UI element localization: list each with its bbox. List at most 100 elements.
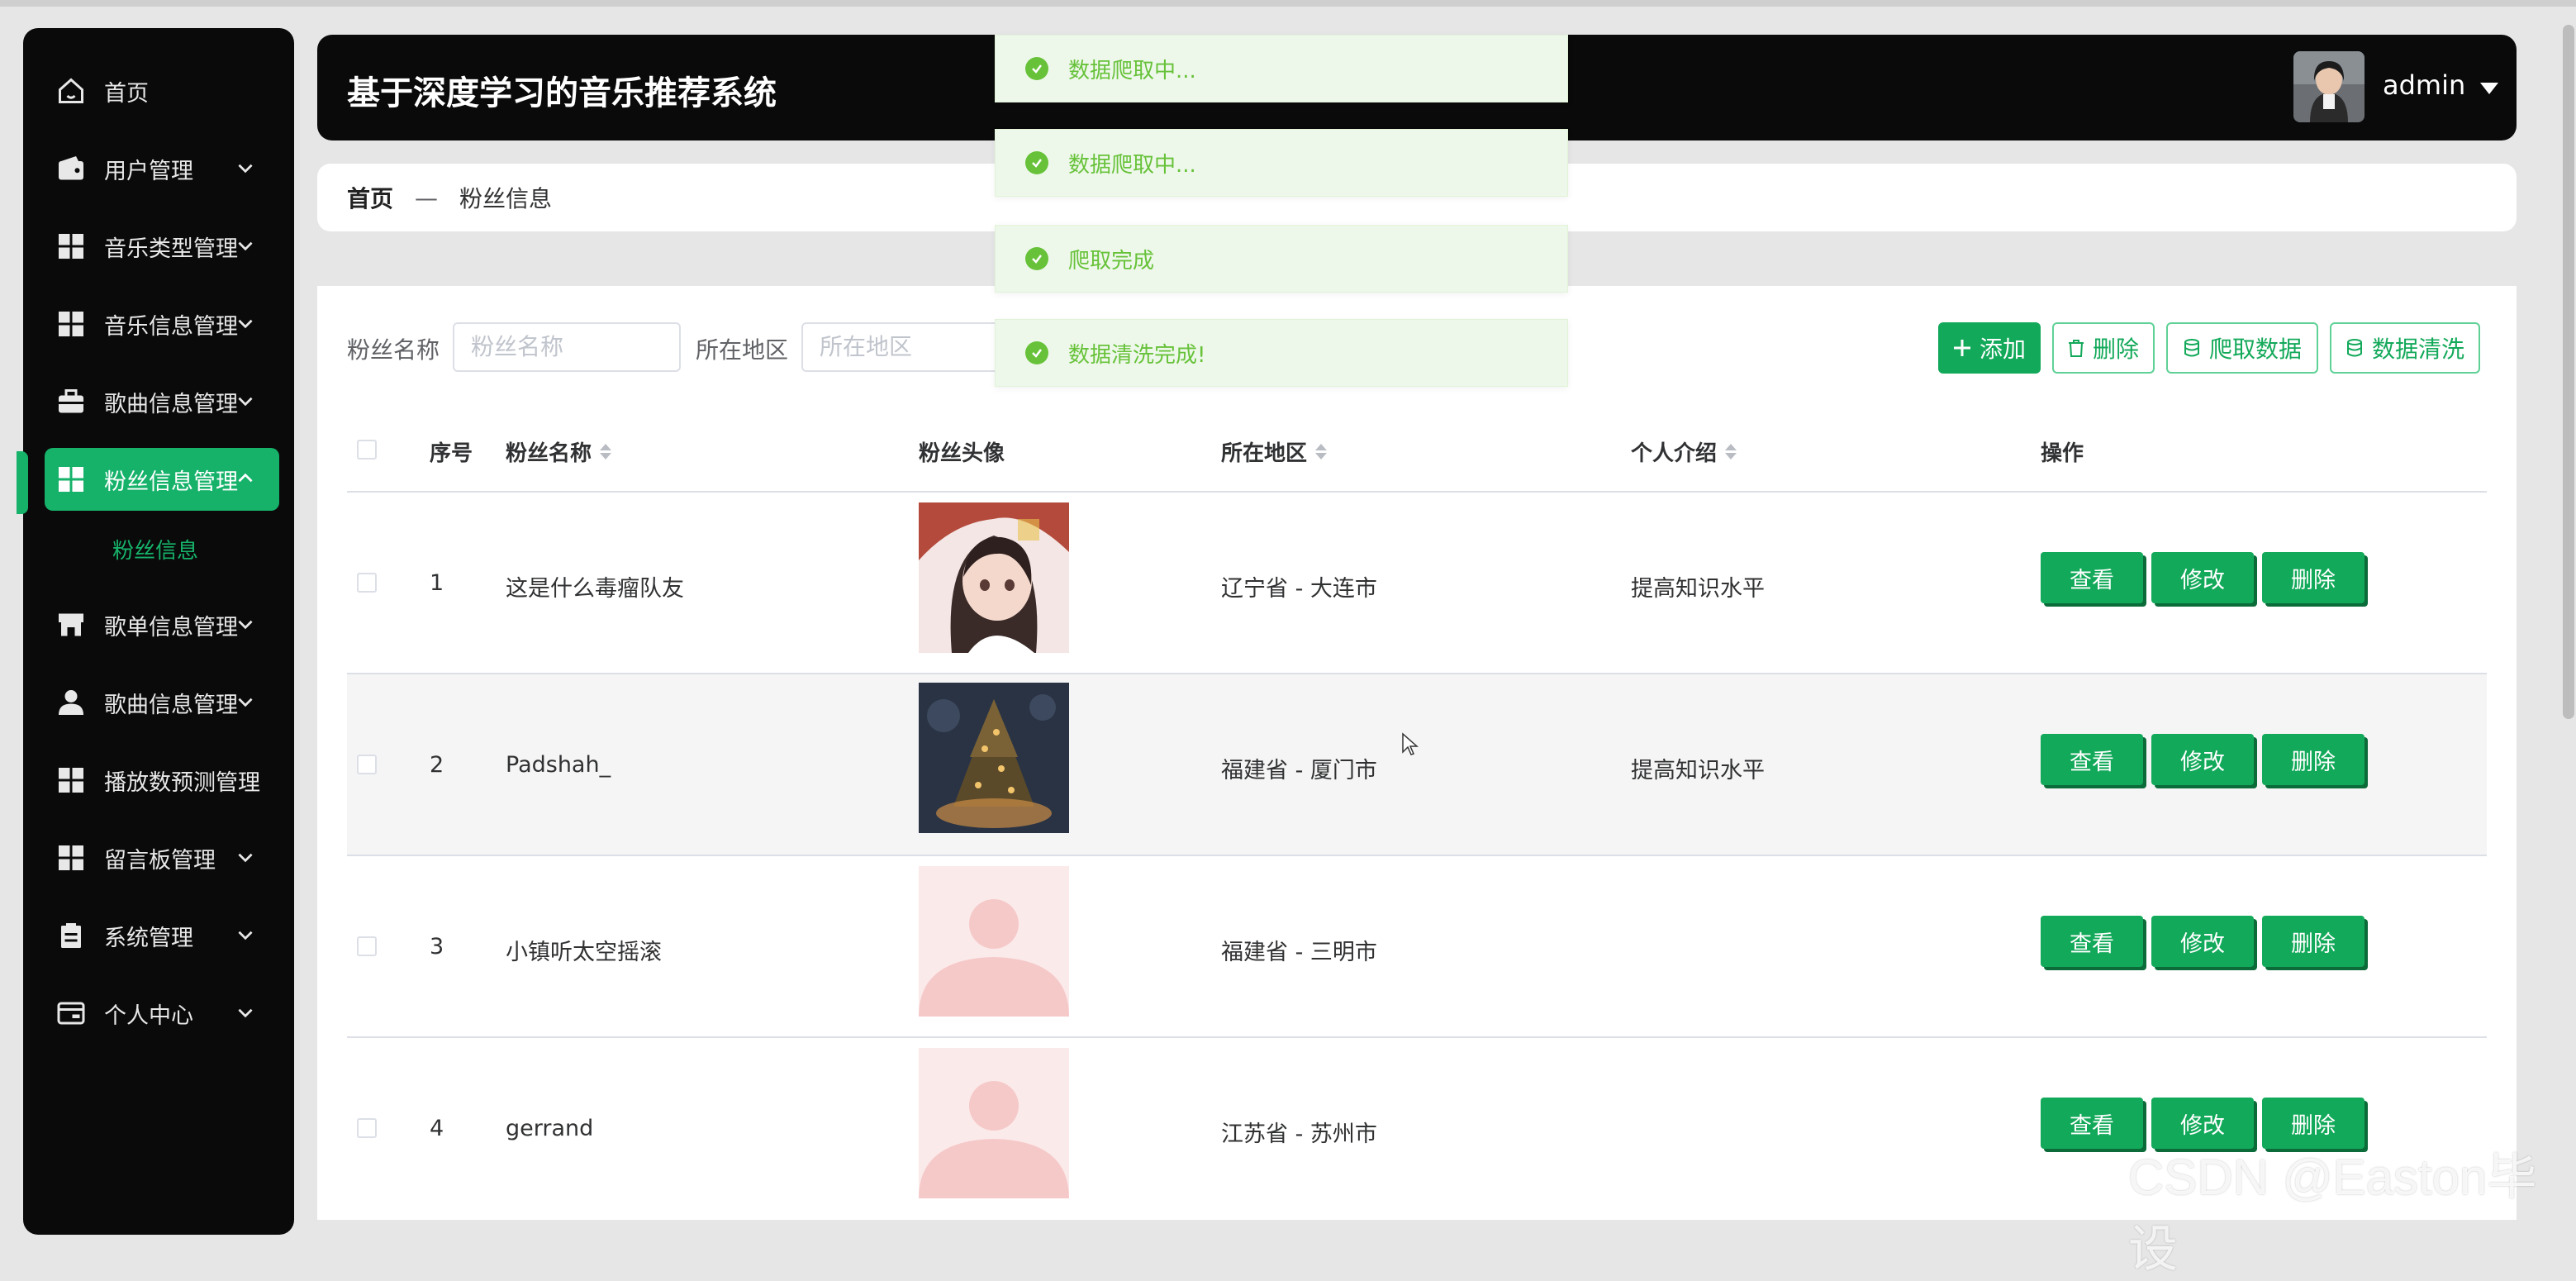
fan-avatar-placeholder[interactable] xyxy=(919,866,1069,1017)
submenu-item-fan-info[interactable]: 粉丝信息 xyxy=(112,534,198,564)
sidebar-item-personal-center[interactable]: 个人中心 xyxy=(21,982,279,1045)
chevron-down-icon xyxy=(238,397,253,407)
main-panel: 粉丝名称 所在地区 添加 删除 爬取数据 数据清洗 序号 粉丝名称 粉丝头像 所… xyxy=(317,286,2517,1220)
sidebar-item-label: 音乐类型管理 xyxy=(104,236,238,262)
column-header-name[interactable]: 粉丝名称 xyxy=(506,436,612,467)
row-checkbox[interactable] xyxy=(357,1118,377,1138)
sidebar-item-users[interactable]: 用户管理 xyxy=(21,137,279,200)
sidebar-item-music-info[interactable]: 音乐信息管理 xyxy=(21,293,279,355)
column-header-region[interactable]: 所在地区 xyxy=(1221,436,1328,467)
column-header-actions: 操作 xyxy=(2041,441,2084,466)
row-delete-button[interactable]: 删除 xyxy=(2262,552,2365,603)
sidebar-item-home[interactable]: 首页 xyxy=(21,60,279,122)
database-icon xyxy=(2346,339,2362,357)
row-intro: 提高知识水平 xyxy=(1631,576,1765,602)
clean-data-button[interactable]: 数据清洗 xyxy=(2330,322,2480,374)
success-check-icon xyxy=(1025,57,1048,80)
row-region: 福建省 - 厦门市 xyxy=(1221,758,1377,783)
row-fan-name: gerrand xyxy=(506,1116,594,1141)
row-intro: 提高知识水平 xyxy=(1631,758,1765,783)
breadcrumb-current: 粉丝信息 xyxy=(459,185,553,212)
home-icon xyxy=(55,74,88,107)
fan-avatar-placeholder[interactable] xyxy=(919,1048,1069,1198)
fan-avatar-image[interactable] xyxy=(919,502,1069,653)
grid-icon xyxy=(55,764,88,797)
select-all-checkbox[interactable] xyxy=(357,440,377,460)
sidebar-item-label: 音乐信息管理 xyxy=(104,313,238,340)
row-region: 江苏省 - 苏州市 xyxy=(1221,1121,1377,1147)
page-scrollbar[interactable] xyxy=(2563,25,2574,719)
row-fan-name: 小镇听太空摇滚 xyxy=(506,940,662,965)
row-checkbox[interactable] xyxy=(357,936,377,956)
success-check-icon xyxy=(1025,151,1048,174)
toast-text: 爬取完成 xyxy=(1068,248,1155,274)
sidebar-item-fan-info[interactable]: 粉丝信息管理 xyxy=(45,448,279,511)
table-row: 2 Padshah_ 福建省 - 厦门市 提高知识水平 查看 修改 删除 xyxy=(347,674,2487,855)
add-button-label: 添加 xyxy=(1979,336,2026,363)
fan-avatar-image[interactable] xyxy=(919,683,1069,833)
sidebar-item-label: 留言板管理 xyxy=(104,847,216,874)
sidebar-item-playlist[interactable]: 歌单信息管理 xyxy=(21,593,279,656)
view-button[interactable]: 查看 xyxy=(2041,552,2143,603)
crawl-data-button[interactable]: 爬取数据 xyxy=(2166,322,2318,374)
row-index: 1 xyxy=(430,570,444,596)
delete-button[interactable]: 删除 xyxy=(2052,322,2155,374)
chevron-down-icon xyxy=(238,698,253,707)
sidebar-item-label: 粉丝信息管理 xyxy=(104,469,238,495)
caret-down-icon[interactable] xyxy=(2480,83,2498,94)
sidebar-item-label: 播放数预测管理 xyxy=(104,769,260,796)
sidebar-item-song-info[interactable]: 歌曲信息管理 xyxy=(21,370,279,433)
fan-name-input[interactable] xyxy=(453,322,681,372)
sort-icon xyxy=(600,444,612,460)
chevron-down-icon xyxy=(238,319,253,329)
grid-icon xyxy=(55,841,88,874)
view-button[interactable]: 查看 xyxy=(2041,916,2143,967)
delete-button-label: 删除 xyxy=(2092,336,2139,363)
column-header-index: 序号 xyxy=(430,441,473,466)
active-menu-marker xyxy=(17,451,28,514)
row-delete-button[interactable]: 删除 xyxy=(2262,916,2365,967)
row-region: 福建省 - 三明市 xyxy=(1221,940,1377,965)
avatar[interactable] xyxy=(2293,51,2365,122)
sidebar-item-song-info-2[interactable]: 歌曲信息管理 xyxy=(21,671,279,734)
edit-button[interactable]: 修改 xyxy=(2151,916,2254,967)
table-row: 3 小镇听太空摇滚 福建省 - 三明市 查看 修改 删除 xyxy=(347,856,2487,1036)
table-row: 1 这是什么毒瘤队友 辽宁省 - 大连市 提高知识水平 查看 修改 删除 xyxy=(347,493,2487,673)
row-region: 辽宁省 - 大连市 xyxy=(1221,576,1377,602)
row-checkbox[interactable] xyxy=(357,573,377,593)
row-checkbox[interactable] xyxy=(357,755,377,774)
sidebar-item-label: 系统管理 xyxy=(104,925,193,951)
store-icon xyxy=(55,608,88,641)
sidebar-item-message-board[interactable]: 留言板管理 xyxy=(21,826,279,889)
column-header-intro[interactable]: 个人介绍 xyxy=(1631,436,1737,467)
toast-text: 数据清洗完成! xyxy=(1068,342,1206,368)
trash-icon xyxy=(2068,340,2084,357)
sidebar-item-system[interactable]: 系统管理 xyxy=(21,904,279,967)
mouse-cursor-icon xyxy=(1402,732,1419,755)
sidebar-item-label: 首页 xyxy=(104,80,149,107)
edit-button[interactable]: 修改 xyxy=(2151,734,2254,785)
add-button[interactable]: 添加 xyxy=(1938,322,2041,374)
chevron-down-icon xyxy=(238,853,253,863)
toast-message: 数据爬取中... xyxy=(995,35,1568,102)
region-label: 所在地区 xyxy=(696,336,789,364)
card-icon xyxy=(55,997,88,1030)
breadcrumb-home[interactable]: 首页 xyxy=(347,181,393,214)
success-check-icon xyxy=(1025,247,1048,270)
user-icon xyxy=(55,686,88,719)
wallet-icon xyxy=(55,152,88,185)
toast-message: 数据爬取中... xyxy=(995,129,1568,197)
chevron-down-icon xyxy=(238,1008,253,1018)
breadcrumb-separator: — xyxy=(415,183,439,212)
row-delete-button[interactable]: 删除 xyxy=(2262,734,2365,785)
database-icon xyxy=(2184,339,2199,357)
edit-button[interactable]: 修改 xyxy=(2151,552,2254,603)
chevron-down-icon xyxy=(238,620,253,630)
sidebar-item-play-prediction[interactable]: 播放数预测管理 xyxy=(21,749,279,812)
sidebar-item-label: 歌曲信息管理 xyxy=(104,692,238,718)
username[interactable]: admin xyxy=(2383,69,2465,101)
briefcase-icon xyxy=(55,385,88,418)
grid-icon xyxy=(55,307,88,340)
sidebar-item-music-type[interactable]: 音乐类型管理 xyxy=(21,215,279,278)
view-button[interactable]: 查看 xyxy=(2041,734,2143,785)
